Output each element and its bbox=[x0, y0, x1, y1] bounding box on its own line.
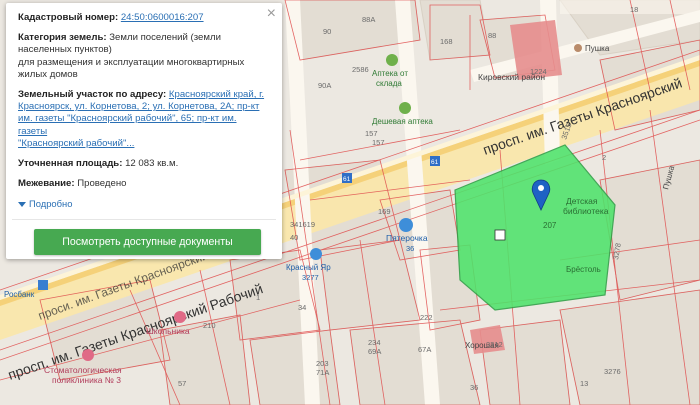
svg-text:234: 234 bbox=[368, 338, 381, 347]
svg-text:40: 40 bbox=[290, 233, 298, 242]
svg-text:222: 222 bbox=[420, 313, 433, 322]
chevron-down-icon bbox=[18, 202, 26, 208]
svg-text:36: 36 bbox=[406, 244, 414, 253]
divider bbox=[12, 219, 276, 220]
parcel-label-2: библиотека bbox=[563, 206, 609, 216]
address-label: Земельный участок по адресу: bbox=[18, 89, 167, 101]
svg-text:Красный Яр: Красный Яр bbox=[286, 263, 331, 272]
land-category-value-4: жилых домов bbox=[18, 68, 78, 80]
address-link-4[interactable]: "Красноярский рабочий"... bbox=[18, 138, 268, 150]
area-row: Уточненная площадь: 12 083 кв.м. bbox=[18, 158, 268, 170]
svg-text:2586: 2586 bbox=[352, 65, 369, 74]
svg-text:Стоматологическая: Стоматологическая bbox=[44, 365, 122, 375]
svg-text:поликлиника № 3: поликлиника № 3 bbox=[52, 375, 121, 385]
address-link-1[interactable]: Красноярский край, г. bbox=[169, 89, 264, 100]
svg-text:3312: 3312 bbox=[486, 340, 503, 349]
bus-stop-icon[interactable]: 61 bbox=[430, 156, 440, 166]
svg-text:57: 57 bbox=[178, 379, 186, 388]
svg-text:Росбанк: Росбанк bbox=[4, 290, 35, 299]
svg-text:1: 1 bbox=[256, 293, 260, 302]
svg-text:203: 203 bbox=[316, 359, 329, 368]
area-value: 12 083 кв.м. bbox=[125, 158, 179, 170]
address-link-3[interactable]: им. газеты "Красноярский рабочий", 65; п… bbox=[18, 113, 268, 137]
svg-text:61: 61 bbox=[431, 159, 439, 166]
svg-text:Пушка: Пушка bbox=[585, 44, 610, 53]
land-category-value-2: населенных пунктов) bbox=[18, 44, 112, 56]
address-link-2[interactable]: Красноярск, ул. Корнетова, 2; ул. Корнет… bbox=[18, 101, 268, 113]
svg-text:88: 88 bbox=[488, 31, 496, 40]
svg-text:Дешевая аптека: Дешевая аптека bbox=[372, 117, 433, 126]
parcel-label-1: Детская bbox=[566, 196, 598, 206]
svg-text:88А: 88А bbox=[362, 15, 375, 24]
address-row: Земельный участок по адресу: Красноярски… bbox=[18, 89, 268, 150]
svg-text:3276: 3276 bbox=[604, 367, 621, 376]
svg-text:18: 18 bbox=[630, 5, 638, 14]
svg-text:69А: 69А bbox=[368, 347, 381, 356]
svg-text:90А: 90А bbox=[318, 81, 331, 90]
svg-text:61: 61 bbox=[343, 176, 351, 183]
svg-text:3277: 3277 bbox=[302, 273, 319, 282]
poi-pushka[interactable]: Пушка bbox=[574, 44, 610, 53]
svg-text:Пятерочка: Пятерочка bbox=[386, 233, 428, 243]
svg-text:169: 169 bbox=[378, 207, 391, 216]
area-label: Уточненная площадь: bbox=[18, 158, 123, 170]
svg-text:157: 157 bbox=[365, 129, 378, 138]
parcel-marker-square bbox=[494, 229, 506, 241]
survey-label: Межевание: bbox=[18, 178, 75, 190]
land-category-row: Категория земель: Земли поселений (земли… bbox=[18, 32, 268, 81]
svg-text:210: 210 bbox=[203, 321, 216, 330]
cadastral-number-link[interactable]: 24:50:0600016:207 bbox=[121, 12, 204, 23]
bus-stop-icon[interactable]: 61 bbox=[342, 173, 352, 183]
svg-text:1224: 1224 bbox=[530, 67, 547, 76]
survey-row: Межевание: Проведено bbox=[18, 178, 268, 190]
svg-text:склада: склада bbox=[376, 79, 402, 88]
svg-text:71А: 71А bbox=[316, 368, 329, 377]
svg-text:168: 168 bbox=[440, 37, 453, 46]
svg-text:Школьника: Школьника bbox=[146, 326, 190, 336]
details-toggle-label: Подробно bbox=[29, 198, 73, 210]
svg-text:34: 34 bbox=[298, 303, 306, 312]
details-toggle[interactable]: Подробно bbox=[18, 198, 268, 210]
svg-text:341619: 341619 bbox=[290, 220, 315, 229]
view-documents-button[interactable]: Посмотреть доступные документы bbox=[34, 229, 261, 255]
close-icon[interactable]: × bbox=[267, 6, 276, 22]
svg-text:Аптека от: Аптека от bbox=[372, 69, 408, 78]
parcel-label-4: Брёстоль bbox=[566, 265, 601, 274]
cadastral-info-popup: × Кадастровый номер: 24:50:0600016:207 К… bbox=[6, 3, 282, 259]
cadastral-number-row: Кадастровый номер: 24:50:0600016:207 bbox=[18, 12, 268, 24]
land-category-value-1: Земли поселений (земли bbox=[109, 32, 221, 44]
svg-text:36: 36 bbox=[470, 383, 478, 392]
cadastral-number-label: Кадастровый номер: bbox=[18, 12, 119, 23]
svg-text:13: 13 bbox=[580, 379, 588, 388]
svg-text:90: 90 bbox=[323, 27, 331, 36]
survey-value: Проведено bbox=[77, 178, 127, 190]
svg-text:2: 2 bbox=[602, 153, 606, 162]
svg-text:157: 157 bbox=[372, 138, 385, 147]
land-category-label: Категория земель: bbox=[18, 32, 107, 44]
svg-text:67А: 67А bbox=[418, 345, 431, 354]
land-category-value-3: для размещения и эксплуатации многокварт… bbox=[18, 56, 245, 68]
parcel-label-3: 207 bbox=[543, 221, 557, 230]
